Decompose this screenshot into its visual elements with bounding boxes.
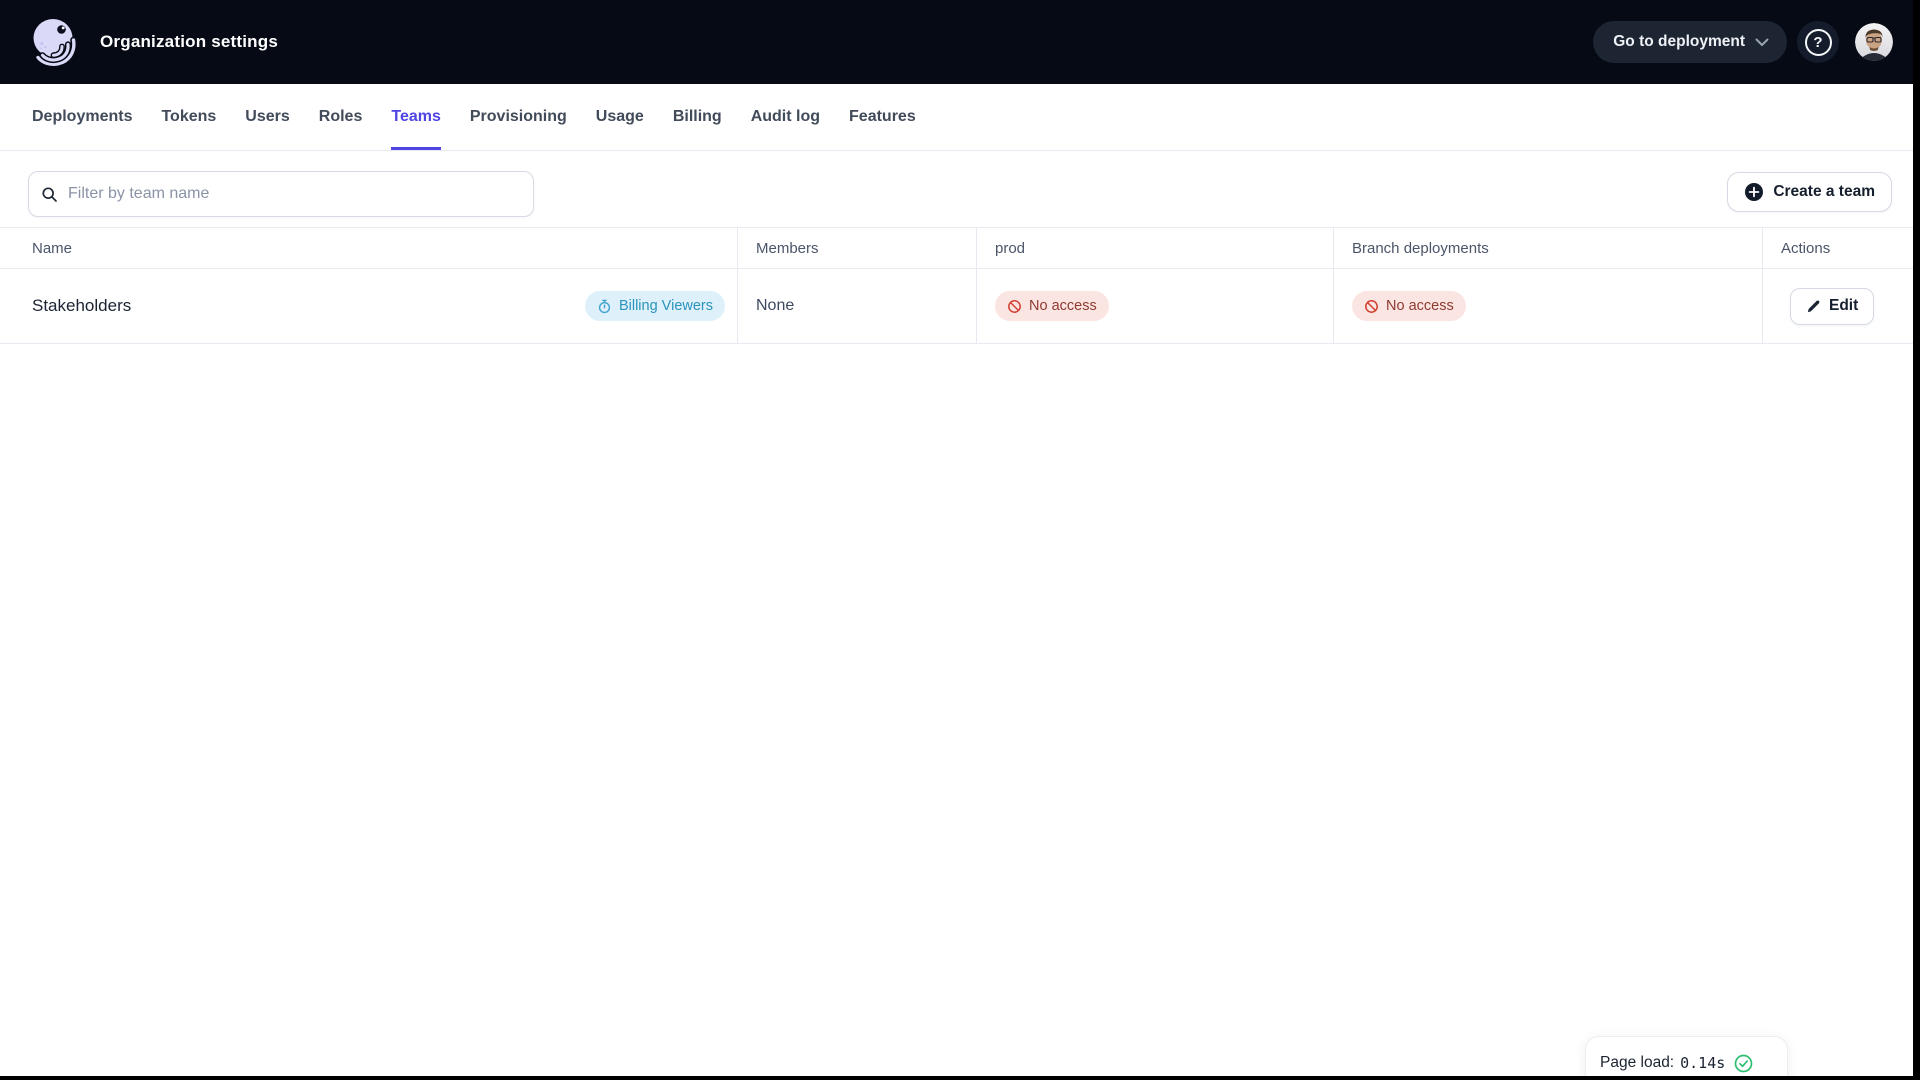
column-header-actions: Actions	[1781, 239, 1831, 257]
go-to-deployment-label: Go to deployment	[1613, 33, 1745, 50]
team-filter-box	[28, 171, 534, 217]
column-header-name: Name	[0, 228, 738, 268]
edit-button-label: Edit	[1829, 297, 1859, 314]
help-circle-icon: ?	[1804, 28, 1832, 56]
tab-tokens[interactable]: Tokens	[161, 84, 216, 150]
tab-teams[interactable]: Teams	[391, 84, 441, 150]
page-load-value: 0.14s	[1680, 1054, 1726, 1072]
user-avatar[interactable]	[1855, 23, 1893, 61]
plus-circle-icon	[1745, 183, 1764, 201]
branch-no-access-badge: No access	[1352, 291, 1466, 321]
cell-prod-access: No access	[977, 269, 1334, 343]
app-window: Organization settings Go to deployment ?	[0, 0, 1913, 1076]
edit-team-button[interactable]: Edit	[1790, 287, 1875, 325]
role-badge-label: Billing Viewers	[618, 298, 713, 314]
help-button[interactable]: ?	[1797, 21, 1839, 63]
cell-actions: Edit	[1763, 269, 1913, 343]
tab-users[interactable]: Users	[245, 84, 289, 150]
column-header-branch-deployments: Branch deployments	[1334, 228, 1763, 268]
teams-table: Name Members prod Branch deployments Act…	[0, 227, 1913, 344]
teams-toolbar: Create a team	[0, 171, 1913, 217]
chevron-down-icon	[1755, 38, 1769, 46]
prod-no-access-badge: No access	[995, 291, 1109, 321]
check-circle-icon	[1734, 1054, 1753, 1073]
tab-roles[interactable]: Roles	[319, 84, 363, 150]
cell-members: None	[738, 269, 977, 343]
tab-features[interactable]: Features	[849, 84, 916, 150]
no-entry-icon	[1365, 299, 1378, 313]
create-team-label: Create a team	[1773, 183, 1875, 200]
tab-billing[interactable]: Billing	[673, 84, 722, 150]
cell-team-name: Stakeholders Billing Viewers	[0, 269, 738, 343]
tab-usage[interactable]: Usage	[596, 84, 644, 150]
tab-provisioning[interactable]: Provisioning	[470, 84, 567, 150]
tab-deployments[interactable]: Deployments	[32, 84, 132, 150]
top-header: Organization settings Go to deployment ?	[0, 0, 1913, 84]
column-header-members: Members	[738, 228, 977, 268]
octopus-logo-icon	[33, 19, 76, 67]
page-load-label: Page load:	[1600, 1054, 1675, 1071]
settings-nav: Deployments Tokens Users Roles Teams Pro…	[0, 84, 1913, 151]
column-header-prod: prod	[977, 228, 1334, 268]
table-row: Stakeholders Billing Viewers None No acc…	[0, 269, 1913, 344]
header-actions: Go to deployment ?	[1593, 21, 1893, 63]
create-team-button[interactable]: Create a team	[1727, 172, 1892, 212]
prod-no-access-label: No access	[1029, 298, 1097, 314]
page-load-toast: Page load: 0.14s	[1585, 1036, 1788, 1076]
table-header-row: Name Members prod Branch deployments Act…	[0, 228, 1913, 269]
pencil-icon	[1807, 299, 1820, 312]
branch-no-access-label: No access	[1386, 298, 1454, 314]
go-to-deployment-button[interactable]: Go to deployment	[1593, 21, 1787, 63]
search-icon	[41, 186, 58, 203]
no-entry-icon	[1008, 299, 1021, 313]
page-title: Organization settings	[100, 32, 278, 51]
role-badge: Billing Viewers	[584, 291, 725, 321]
stopwatch-icon	[598, 299, 611, 313]
tab-audit-log[interactable]: Audit log	[751, 84, 820, 150]
team-name: Stakeholders	[32, 296, 132, 315]
team-filter-input[interactable]	[68, 172, 521, 216]
cell-branch-access: No access	[1334, 269, 1763, 343]
